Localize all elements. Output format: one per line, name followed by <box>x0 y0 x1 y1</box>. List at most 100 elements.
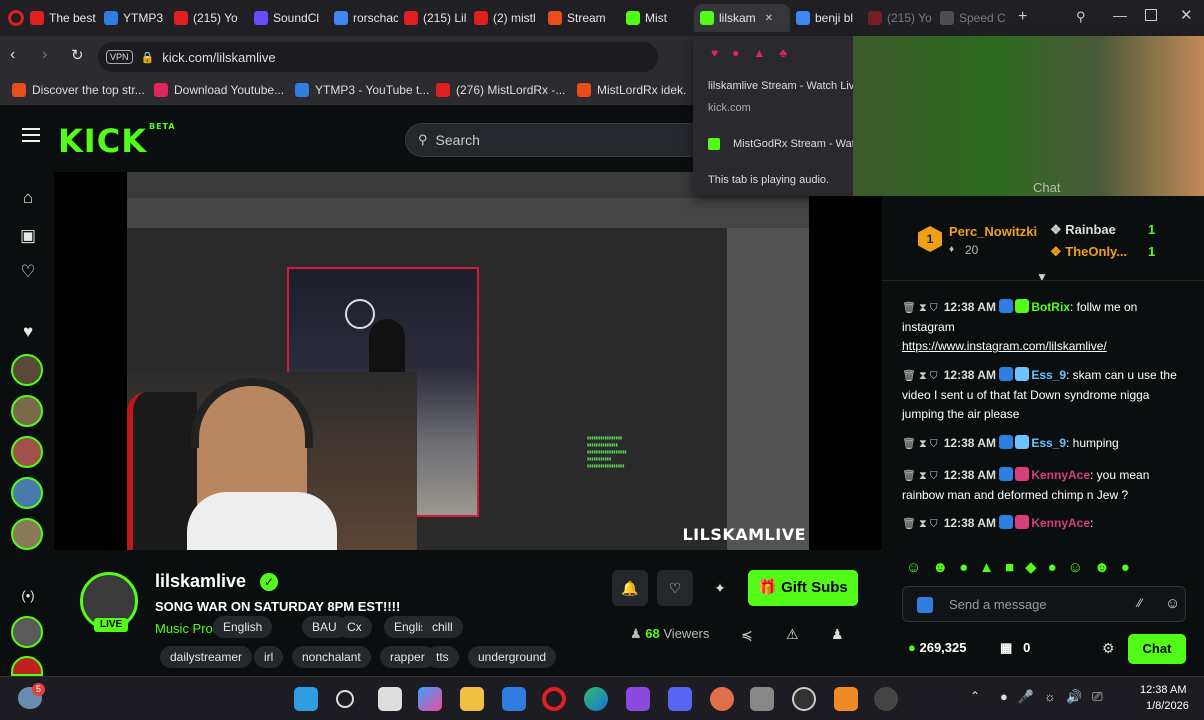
command-icon[interactable]: ⁄⁄ <box>1138 596 1142 610</box>
chat-message[interactable]: 🗑 ⧗ ⛉ 12:38 AM BotRix: follw me on instag… <box>902 298 1190 356</box>
task-view-icon[interactable] <box>378 687 402 711</box>
browser-tab[interactable]: (215) Yo <box>868 4 934 32</box>
message-username[interactable]: KennyAce <box>1031 468 1090 482</box>
bookmark-item[interactable]: Download Youtube... <box>154 83 284 97</box>
followed-channel-avatar[interactable] <box>11 354 43 386</box>
followed-channel-avatar[interactable] <box>11 436 43 468</box>
channel-name[interactable]: lilskamlive <box>155 571 246 592</box>
discord-icon[interactable] <box>668 687 692 711</box>
mod-icon[interactable]: ♟ <box>831 626 844 643</box>
live-channels-icon[interactable]: (•) <box>18 586 38 606</box>
followed-channel-avatar[interactable] <box>11 477 43 509</box>
browser-tab[interactable]: (215) Lil <box>404 4 468 32</box>
leaderboard-row-1[interactable]: ❖ Rainbae <box>1050 222 1116 238</box>
stream-tag[interactable]: English <box>213 616 273 638</box>
clock-time[interactable]: 12:38 AM <box>1140 684 1186 696</box>
notifications-button[interactable]: 🔔 <box>612 570 648 606</box>
browser-tab[interactable]: benji bl <box>796 4 862 32</box>
camera-icon[interactable] <box>750 687 774 711</box>
emote-picker-icon[interactable]: ☺ <box>1165 595 1180 612</box>
forward-icon[interactable]: › <box>42 46 47 64</box>
stream-tag[interactable]: Cx <box>337 616 372 638</box>
followed-channel-avatar[interactable] <box>11 616 43 648</box>
close-tab-icon[interactable]: ✕ <box>765 13 773 24</box>
mod-action-icons[interactable]: 🗑 ⧗ ⛉ <box>902 467 938 486</box>
tickets[interactable]: ▦ 0 <box>1000 640 1030 656</box>
stream-tag[interactable]: chill <box>422 616 463 638</box>
browser-tab[interactable]: (215) Yo <box>174 4 246 32</box>
bookmark-item[interactable]: MistLordRx idek. <box>577 83 686 97</box>
url-field[interactable]: VPN 🔒 kick.com/lilskamlive <box>98 42 658 72</box>
mod-action-icons[interactable]: 🗑 ⧗ ⛉ <box>902 367 938 386</box>
opera-logo-icon[interactable] <box>8 10 24 26</box>
search-icon[interactable] <box>336 690 354 708</box>
share-icon[interactable]: ≼ <box>741 627 753 644</box>
browse-icon[interactable]: ▣ <box>18 226 38 246</box>
start-icon[interactable] <box>294 687 318 711</box>
chat-message[interactable]: 🗑 ⧗ ⛉ 12:38 AM Ess_9: humping <box>902 434 1190 454</box>
opera-icon[interactable] <box>542 687 566 711</box>
message-username[interactable]: BotRix <box>1031 300 1070 314</box>
message-username[interactable]: Ess_9 <box>1031 436 1066 450</box>
stream-tag[interactable]: nonchalant <box>292 646 371 668</box>
chat-settings-icon[interactable]: ⚙ <box>1102 640 1115 657</box>
browser-tab[interactable]: (2) mistl <box>474 4 542 32</box>
chat-input[interactable]: Send a message ☺ ⁄⁄ <box>902 586 1186 622</box>
follow-button[interactable]: ♡ <box>657 570 693 606</box>
menu-icon[interactable] <box>22 128 40 142</box>
channel-points[interactable]: ● 269,325 <box>908 640 966 655</box>
media-player-icon[interactable] <box>874 687 898 711</box>
file-explorer-icon[interactable] <box>460 687 484 711</box>
back-icon[interactable]: ‹ <box>10 46 15 64</box>
followed-channel-avatar[interactable] <box>11 518 43 550</box>
chat-message[interactable]: 🗑 ⧗ ⛉ 12:38 AM KennyAce: <box>902 514 1190 534</box>
chat-message[interactable]: 🗑 ⧗ ⛉ 12:38 AM Ess_9: skam can u use the … <box>902 366 1190 424</box>
top-gifter-name[interactable]: Perc_Nowitzki <box>949 224 1037 239</box>
vpn-badge[interactable]: VPN <box>106 50 133 64</box>
mod-action-icons[interactable]: 🗑 ⧗ ⛉ <box>902 299 938 318</box>
browser-tab[interactable]: lilskam ✕ <box>694 4 790 32</box>
browser-tab[interactable]: The best <box>30 4 98 32</box>
boost-button[interactable]: ✦ <box>702 570 738 606</box>
reload-icon[interactable]: ↻ <box>71 46 84 64</box>
minimize-icon[interactable]: — <box>1113 7 1127 23</box>
chat-message[interactable]: 🗑 ⧗ ⛉ 12:38 AM KennyAce: you mean rainbow… <box>902 466 1190 505</box>
stream-tag[interactable]: dailystreamer <box>160 646 253 668</box>
gift-subs-button[interactable]: 🎁 Gift Subs <box>748 570 858 606</box>
leaderboard-row-2[interactable]: ❖ TheOnly... <box>1050 244 1127 260</box>
followed-channel-avatar[interactable] <box>11 656 43 676</box>
report-icon[interactable]: ⚠ <box>786 626 799 643</box>
followed-channel-avatar[interactable] <box>11 395 43 427</box>
search-tabs-icon[interactable]: ⚲ <box>1076 9 1086 25</box>
browser-tab[interactable]: SoundCl <box>254 4 328 32</box>
browser-tab[interactable]: Mist <box>626 4 686 32</box>
tray-chevron-icon[interactable]: ⌃ <box>970 689 980 703</box>
new-tab-button[interactable]: + <box>1018 8 1027 26</box>
browser-tab[interactable]: rorschac <box>334 4 398 32</box>
home-icon[interactable]: ⌂ <box>18 188 38 208</box>
mail-icon[interactable] <box>502 687 526 711</box>
chat-send-button[interactable]: Chat <box>1128 634 1186 664</box>
clock-date[interactable]: 1/8/2026 <box>1146 700 1189 712</box>
message-link[interactable]: https://www.instagram.com/lilskamlive/ <box>902 339 1107 353</box>
video-editor-icon[interactable] <box>626 687 650 711</box>
stream-tag[interactable]: underground <box>468 646 557 668</box>
stream-tag[interactable]: tts <box>426 646 459 668</box>
maximize-icon[interactable] <box>1145 9 1157 21</box>
video-player[interactable]: ▮▮▮▮▮▮▮▮▮▮▮▮▮▮▮▮ ▮▮▮▮▮▮▮▮▮▮▮▮▮▮ ▮▮▮▮▮▮▮▮▮▮… <box>54 172 882 550</box>
close-window-icon[interactable]: ✕ <box>1180 6 1193 24</box>
edge-icon[interactable] <box>584 687 608 711</box>
bookmark-item[interactable]: Discover the top str... <box>12 83 145 97</box>
bookmark-item[interactable]: (276) MistLordRx -... <box>436 83 565 97</box>
fl-studio-icon[interactable] <box>834 687 858 711</box>
stream-tag[interactable]: irl <box>254 646 284 668</box>
tray-icons[interactable]: ●🎤☼🔊⎚ <box>1000 689 1113 705</box>
collapse-leaderboard-icon[interactable]: ▼ <box>1036 270 1048 284</box>
copilot-icon[interactable] <box>418 687 442 711</box>
emote-bar[interactable]: ☺☻●▲■◆●☺☻● <box>906 558 1141 576</box>
bookmark-item[interactable]: YTMP3 - YouTube t... <box>295 83 429 97</box>
mod-action-icons[interactable]: 🗑 ⧗ ⛉ <box>902 435 938 454</box>
obs-icon[interactable] <box>792 687 816 711</box>
message-username[interactable]: KennyAce <box>1031 516 1090 530</box>
message-username[interactable]: Ess_9 <box>1031 368 1066 382</box>
